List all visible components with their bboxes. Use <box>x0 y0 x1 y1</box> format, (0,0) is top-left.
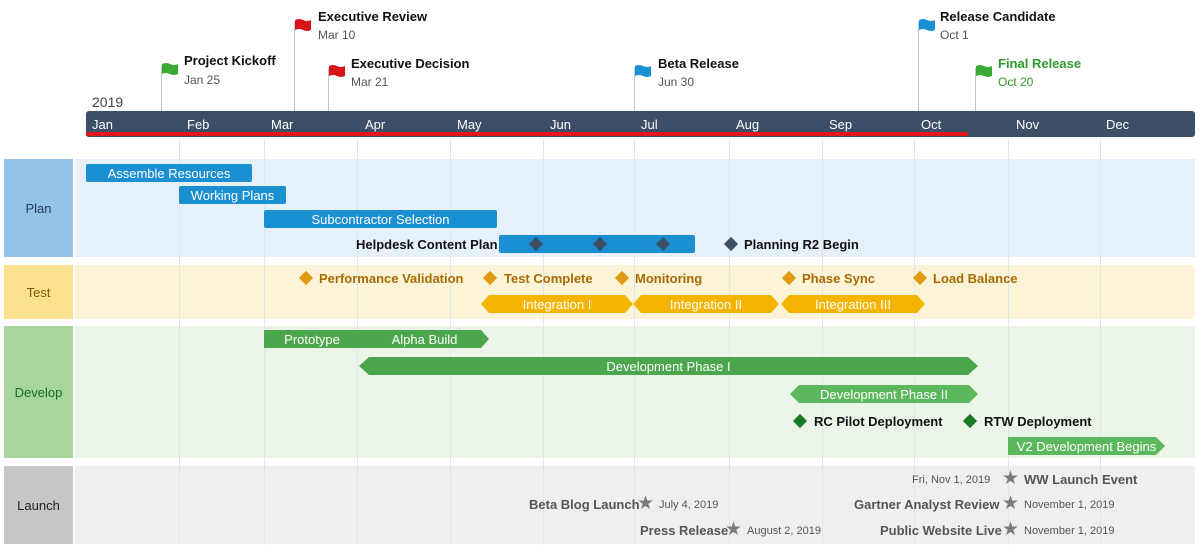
green-flag-icon <box>976 65 992 77</box>
milestone-date: Jun 30 <box>658 75 695 89</box>
lane-label-plan: Plan <box>4 159 73 257</box>
task-bar-assemble-resources[interactable]: Assemble Resources <box>86 164 252 182</box>
milestone-title: Release Candidate <box>940 9 1056 24</box>
month-label: Apr <box>365 117 386 132</box>
milestone-date: Mar 21 <box>351 75 389 89</box>
milestone-title: Executive Decision <box>351 56 470 71</box>
event-label: Public Website Live <box>880 523 1002 538</box>
milestone-date: Jan 25 <box>184 73 221 87</box>
task-bar-working-plans[interactable]: Working Plans <box>179 186 286 204</box>
month-label: Sep <box>829 117 853 132</box>
month-label: Aug <box>736 117 760 132</box>
lane-label-develop: Develop <box>4 326 73 458</box>
star-icon: ★ <box>1002 493 1020 514</box>
milestone-title: Final Release <box>998 56 1082 71</box>
red-flag-icon <box>295 19 311 31</box>
test-milestone-label: Monitoring <box>635 271 703 286</box>
task-bar-subcontractor-selection[interactable]: Subcontractor Selection <box>264 210 497 228</box>
test-milestone-label: Test Complete <box>504 271 593 286</box>
event-label: Beta Blog Launch <box>529 497 640 512</box>
month-label: Jan <box>92 117 113 132</box>
month-label: Mar <box>271 117 294 132</box>
star-icon: ★ <box>1002 519 1020 540</box>
red-flag-icon <box>329 65 345 77</box>
month-label: Dec <box>1106 117 1130 132</box>
month-label: Oct <box>921 117 942 132</box>
test-milestone-label: Performance Validation <box>319 271 464 286</box>
test-milestone-label: Load Balance <box>933 271 1018 286</box>
milestone-title: Project Kickoff <box>184 53 276 68</box>
grid-line <box>822 140 823 545</box>
event-date: November 1, 2019 <box>1024 499 1115 511</box>
event-label: Gartner Analyst Review <box>854 497 1000 512</box>
event-date: November 1, 2019 <box>1024 525 1115 537</box>
star-icon: ★ <box>725 519 743 540</box>
milestone-date: Mar 10 <box>318 28 356 42</box>
task-bar-integration-3[interactable]: Integration III <box>781 295 925 313</box>
rc-pilot-label: RC Pilot Deployment <box>814 414 943 429</box>
rtw-label: RTW Deployment <box>984 414 1092 429</box>
month-label: Jul <box>641 117 658 132</box>
star-icon: ★ <box>637 493 655 514</box>
grid-line <box>634 140 635 545</box>
month-label: Feb <box>187 117 210 132</box>
year-label: 2019 <box>92 94 124 110</box>
grid-line <box>729 140 730 545</box>
task-bar-integration-1[interactable]: Integration I <box>481 295 633 313</box>
task-bar-prototype[interactable]: Prototype <box>264 330 360 348</box>
month-label: Nov <box>1016 117 1040 132</box>
event-date: July 4, 2019 <box>659 499 719 511</box>
green-flag-icon <box>162 63 178 75</box>
task-bar-v2-development[interactable]: V2 Development Begins <box>1008 437 1165 455</box>
task-bar-alpha-build[interactable]: Alpha Build <box>360 330 489 348</box>
event-label: Press Release <box>640 523 729 538</box>
helpdesk-label: Helpdesk Content Plan <box>356 237 498 252</box>
event-date: August 2, 2019 <box>747 525 822 537</box>
task-bar-development-phase-2[interactable]: Development Phase II <box>790 385 978 403</box>
blue-flag-icon <box>635 65 651 77</box>
star-icon: ★ <box>1002 468 1020 489</box>
test-milestone-label: Phase Sync <box>802 271 875 286</box>
task-bar-development-phase-1[interactable]: Development Phase I <box>359 357 978 375</box>
planning-r2-label: Planning R2 Begin <box>744 237 859 252</box>
today-progress-bar <box>86 132 968 136</box>
milestone-title: Executive Review <box>318 9 428 24</box>
event-date: Fri, Nov 1, 2019 <box>912 474 991 486</box>
lane-label-test: Test <box>4 265 73 319</box>
milestone-title: Beta Release <box>658 56 739 71</box>
month-label: Jun <box>550 117 571 132</box>
grid-line <box>543 140 544 545</box>
month-label: May <box>457 117 482 132</box>
event-label: WW Launch Event <box>1024 472 1138 487</box>
milestone-date: Oct 1 <box>940 28 969 42</box>
lane-label-launch: Launch <box>4 466 73 544</box>
blue-flag-icon <box>919 19 935 31</box>
task-bar-integration-2[interactable]: Integration II <box>633 295 779 313</box>
milestone-date: Oct 20 <box>998 75 1034 89</box>
